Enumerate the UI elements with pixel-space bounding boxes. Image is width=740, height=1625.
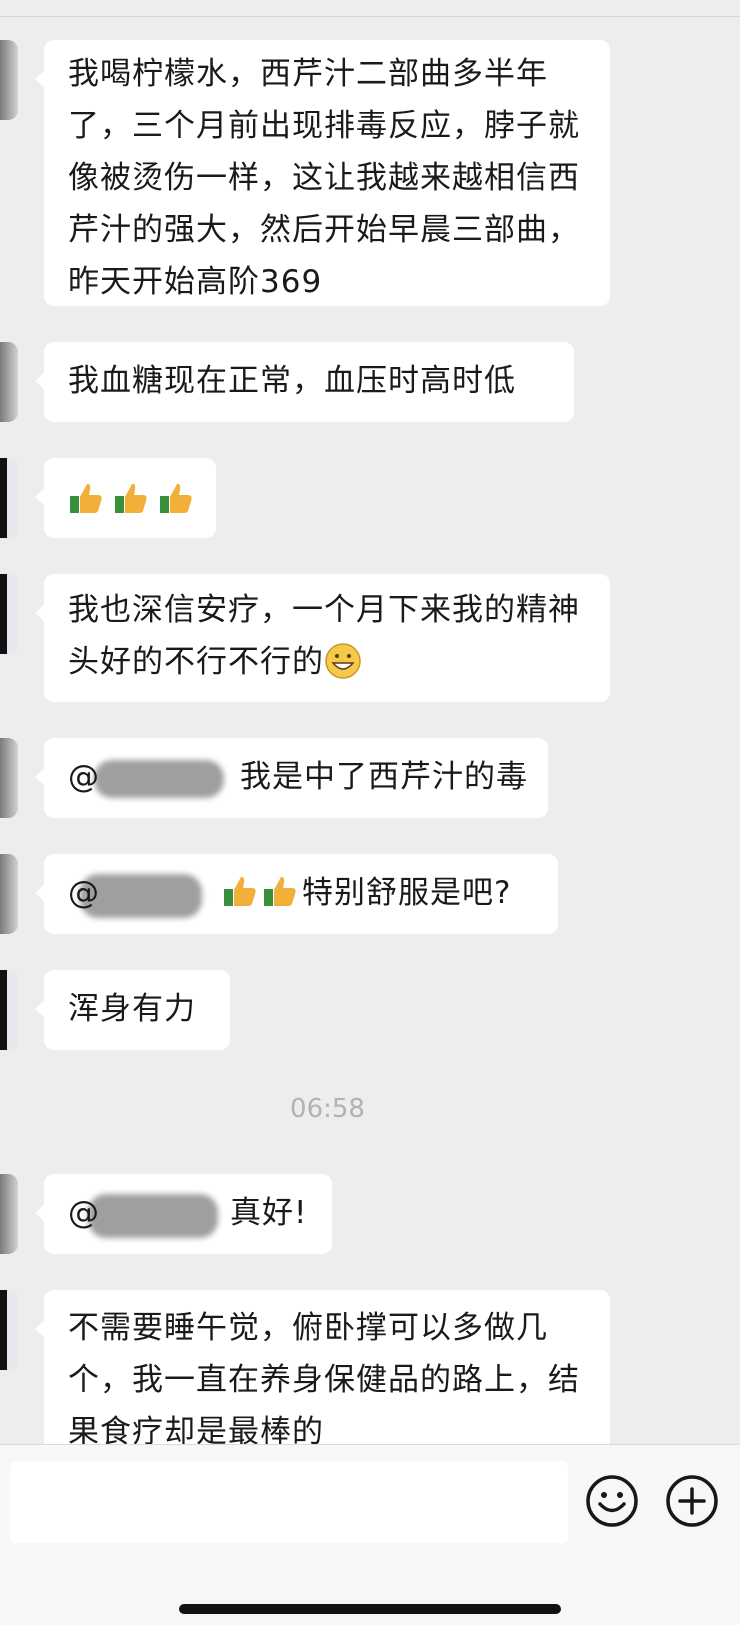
message-text: 浑身有力 (68, 991, 196, 1027)
grinning-face-icon (325, 643, 361, 679)
message-bubble[interactable]: 我也深信安疗，一个月下来我的精神头好的不行不行的 (35, 574, 610, 702)
message-text-content: 我是中了西芹汁的毒 (240, 759, 528, 795)
avatar[interactable] (0, 970, 18, 1050)
timestamp: 06:58 (290, 1094, 365, 1124)
plus-icon[interactable] (664, 1473, 720, 1529)
message-bubble[interactable]: @ 真好! (35, 1174, 332, 1254)
message-bubble[interactable]: 不需要睡午觉，俯卧撑可以多做几个，我一直在养身保健品的路上，结果食疗却是最棒的 (35, 1290, 610, 1444)
message-text-content: 真好! (230, 1195, 308, 1231)
home-indicator[interactable] (179, 1604, 561, 1614)
thumbs-up-icon (70, 483, 102, 513)
avatar[interactable] (0, 574, 18, 654)
thumbs-up-icon (160, 483, 192, 513)
message-bubble[interactable]: 我喝柠檬水，西芹汁二部曲多半年了，三个月前出现排毒反应，脖子就像被烫伤一样，这让… (35, 40, 610, 306)
message-input[interactable] (10, 1461, 568, 1543)
thumbs-up-icon (224, 876, 256, 906)
message-bubble[interactable]: 我血糖现在正常，血压时高时低 (35, 342, 574, 422)
message-text: 我也深信安疗，一个月下来我的精神头好的不行不行的 (68, 584, 592, 688)
mention-prefix: @ (68, 1195, 100, 1231)
avatar[interactable] (0, 1290, 18, 1370)
thumbs-up-group (68, 480, 198, 516)
mention-prefix: @ (68, 875, 100, 911)
thumbs-up-icon (115, 483, 147, 513)
message-text: 不需要睡午觉，俯卧撑可以多做几个，我一直在养身保健品的路上，结果食疗却是最棒的 (68, 1310, 580, 1444)
avatar[interactable] (0, 458, 18, 538)
message-bubble[interactable]: @ 我是中了西芹汁的毒 (35, 738, 548, 818)
avatar[interactable] (0, 342, 18, 422)
mention-prefix: @ (68, 759, 100, 795)
message-text: @ 特别舒服是吧? (68, 867, 540, 919)
message-text: 我血糖现在正常，血压时高时低 (68, 363, 516, 399)
message-bubble[interactable]: 浑身有力 (35, 970, 230, 1050)
chat-area[interactable]: 我喝柠檬水，西芹汁二部曲多半年了，三个月前出现排毒反应，脖子就像被烫伤一样，这让… (0, 0, 740, 1444)
avatar[interactable] (0, 854, 18, 934)
message-text-content: 特别舒服是吧? (302, 875, 512, 911)
thumbs-up-icon (264, 876, 296, 906)
message-bubble[interactable] (35, 458, 216, 538)
avatar[interactable] (0, 1174, 18, 1254)
avatar[interactable] (0, 738, 18, 818)
message-text: @ 我是中了西芹汁的毒 (68, 751, 530, 803)
message-text: @ 真好! (68, 1187, 314, 1239)
input-bar (0, 1444, 740, 1625)
avatar[interactable] (0, 40, 18, 120)
message-text: 我喝柠檬水，西芹汁二部曲多半年了，三个月前出现排毒反应，脖子就像被烫伤一样，这让… (68, 56, 580, 300)
message-bubble[interactable]: @ 特别舒服是吧? (35, 854, 558, 934)
smile-icon[interactable] (584, 1473, 640, 1529)
